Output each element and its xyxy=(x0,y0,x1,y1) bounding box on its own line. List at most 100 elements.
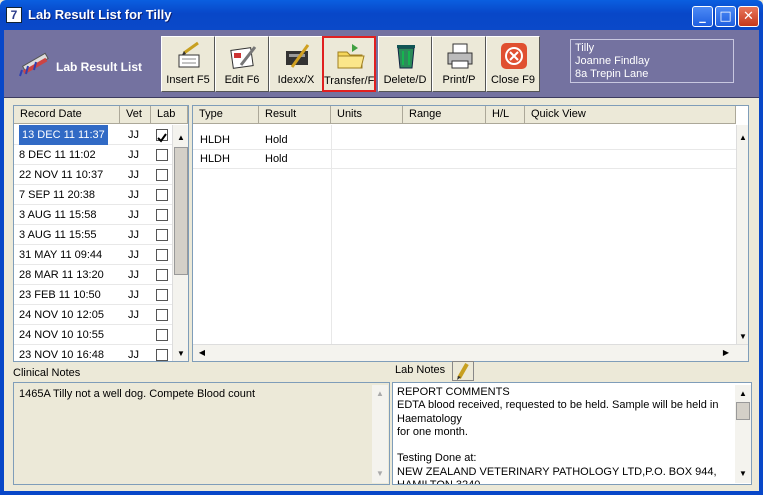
folder-transfer-icon xyxy=(337,44,365,69)
column-header-type[interactable]: Type xyxy=(193,106,259,124)
record-date: 23 NOV 10 16:48 xyxy=(19,349,105,361)
insert-button[interactable]: Insert F5 xyxy=(161,36,215,92)
lab-checkbox[interactable] xyxy=(156,269,168,281)
result-row[interactable]: HLDH Hold xyxy=(193,150,738,169)
scroll-down-icon[interactable]: ▼ xyxy=(736,330,750,344)
lab-notes-line: EDTA blood received, requested to be hel… xyxy=(397,399,719,412)
edit-button[interactable]: Edit F6 xyxy=(215,36,269,92)
record-row[interactable]: 23 NOV 10 16:48 JJ xyxy=(14,345,172,361)
record-row[interactable]: 24 NOV 10 10:55 xyxy=(14,325,172,345)
print-button[interactable]: Print/P xyxy=(432,36,486,92)
record-row[interactable]: 22 NOV 11 10:37 JJ xyxy=(14,165,172,185)
patient-name: Tilly xyxy=(575,42,595,54)
maximize-button[interactable]: □ xyxy=(715,6,736,27)
lab-checkbox[interactable] xyxy=(156,129,168,143)
scroll-down-icon[interactable]: ▼ xyxy=(736,467,750,481)
delete-button-label: Delete/D xyxy=(383,74,427,86)
column-header-quick-view[interactable]: Quick View xyxy=(525,106,736,124)
scroll-up-icon[interactable]: ▲ xyxy=(736,387,750,401)
close-icon: ✕ xyxy=(743,9,754,24)
record-vet: JJ xyxy=(128,149,139,161)
minimize-button[interactable]: _ xyxy=(692,6,713,27)
record-row[interactable]: 31 MAY 11 09:44 JJ xyxy=(14,245,172,265)
lab-notes-scrollbar[interactable]: ▲ ▼ xyxy=(735,385,751,483)
column-header-lab[interactable]: Lab xyxy=(151,106,188,124)
lab-checkbox[interactable] xyxy=(156,149,168,161)
record-row[interactable]: 8 DEC 11 11:02 JJ xyxy=(14,145,172,165)
lab-checkbox[interactable] xyxy=(156,349,168,361)
lab-notes-text: REPORT COMMENTS EDTA blood received, requ… xyxy=(397,386,733,484)
lab-checkbox[interactable] xyxy=(156,329,168,341)
record-rows: 13 DEC 11 11:37 JJ 8 DEC 11 11:02 JJ 22 NOV … xyxy=(14,125,172,361)
record-row[interactable]: 7 SEP 11 20:38 JJ xyxy=(14,185,172,205)
idexx-button[interactable]: Idexx/X xyxy=(269,36,323,92)
printer-icon xyxy=(447,43,473,69)
lab-notes-line: REPORT COMMENTS xyxy=(397,386,510,398)
lab-checkbox[interactable] xyxy=(156,249,168,261)
lab-checkbox[interactable] xyxy=(156,309,168,321)
record-date: 24 NOV 10 10:55 xyxy=(19,329,105,341)
scroll-right-icon[interactable]: ▶ xyxy=(719,346,733,360)
column-header-units[interactable]: Units xyxy=(331,106,403,124)
column-header-record-date[interactable]: Record Date xyxy=(14,106,120,124)
scroll-thumb[interactable] xyxy=(174,147,188,275)
insert-icon xyxy=(178,41,200,68)
record-list[interactable]: Record Date Vet Lab 13 DEC 11 11:37 JJ 8 D… xyxy=(13,105,189,362)
record-vet: JJ xyxy=(128,269,139,281)
record-row[interactable]: 3 AUG 11 15:58 JJ xyxy=(14,205,172,225)
record-row[interactable]: 23 FEB 11 10:50 JJ xyxy=(14,285,172,305)
lab-checkbox[interactable] xyxy=(156,229,168,241)
record-date: 22 NOV 11 10:37 xyxy=(19,169,104,181)
column-header-hl[interactable]: H/L xyxy=(486,106,525,124)
record-row[interactable]: 28 MAR 11 13:20 JJ xyxy=(14,265,172,285)
scroll-up-icon[interactable]: ▲ xyxy=(736,131,750,145)
scroll-left-icon[interactable]: ◀ xyxy=(195,346,209,360)
column-header-range[interactable]: Range xyxy=(403,106,486,124)
lab-checkbox[interactable] xyxy=(156,189,168,201)
lab-notes-line: Haematology xyxy=(397,412,462,425)
lab-notes-box[interactable]: REPORT COMMENTS EDTA blood received, requ… xyxy=(392,382,752,485)
result-grid-vscrollbar[interactable]: ▲ ▼ xyxy=(736,125,748,344)
record-vet: JJ xyxy=(128,129,139,141)
lab-checkbox[interactable] xyxy=(156,289,168,301)
toolbar: Lab Result List Insert F5 Edit F6 Idexx/… xyxy=(4,30,759,98)
result-row[interactable]: HLDH Hold xyxy=(193,131,738,150)
lab-notes-line: for one month. xyxy=(397,425,468,438)
column-header-result[interactable]: Result xyxy=(259,106,331,124)
scroll-thumb[interactable] xyxy=(736,402,750,420)
scroll-up-icon[interactable]: ▲ xyxy=(174,131,188,145)
record-row[interactable]: 3 AUG 11 15:55 JJ xyxy=(14,225,172,245)
scroll-up-icon[interactable]: ▲ xyxy=(373,387,387,401)
idexx-button-label: Idexx/X xyxy=(277,74,315,86)
record-row[interactable]: 13 DEC 11 11:37 JJ xyxy=(14,125,172,145)
transfer-button[interactable]: Transfer/F xyxy=(322,36,376,92)
window-frame-left xyxy=(0,30,4,495)
record-date: 8 DEC 11 11:02 xyxy=(19,149,96,161)
column-header-vet[interactable]: Vet xyxy=(120,106,151,124)
record-date: 23 FEB 11 10:50 xyxy=(19,289,101,301)
record-vet: JJ xyxy=(128,249,139,261)
insert-button-label: Insert F5 xyxy=(166,74,210,86)
record-date: 24 NOV 10 12:05 xyxy=(19,309,105,321)
lab-notes-line xyxy=(397,439,733,452)
record-vet: JJ xyxy=(128,209,139,221)
delete-button[interactable]: Delete/D xyxy=(378,36,432,92)
lab-checkbox[interactable] xyxy=(156,169,168,181)
title-bar[interactable]: 7 Lab Result List for Tilly _ □ ✕ xyxy=(0,0,763,30)
record-row[interactable]: 24 NOV 10 12:05 JJ xyxy=(14,305,172,325)
result-type: HLDH xyxy=(200,153,230,165)
record-date: 7 SEP 11 20:38 xyxy=(19,189,96,201)
close-window-button[interactable]: ✕ xyxy=(738,6,759,27)
record-list-scrollbar[interactable]: ▲ ▼ xyxy=(172,125,188,361)
result-grid-hscrollbar[interactable]: ◀ ▶ xyxy=(193,344,748,361)
result-grid[interactable]: Type Result Units Range H/L Quick View H… xyxy=(192,105,749,362)
record-vet: JJ xyxy=(128,169,139,181)
edit-lab-notes-button[interactable] xyxy=(452,361,474,381)
lab-checkbox[interactable] xyxy=(156,209,168,221)
scroll-down-icon[interactable]: ▼ xyxy=(174,347,188,361)
clinical-notes-box[interactable]: 1465A Tilly not a well dog. Compete Bloo… xyxy=(13,382,390,485)
scroll-down-icon[interactable]: ▼ xyxy=(373,467,387,481)
checkmark-icon xyxy=(157,133,167,143)
close-button[interactable]: Close F9 xyxy=(486,36,540,92)
clinical-notes-scrollbar[interactable]: ▲ ▼ xyxy=(372,385,388,483)
